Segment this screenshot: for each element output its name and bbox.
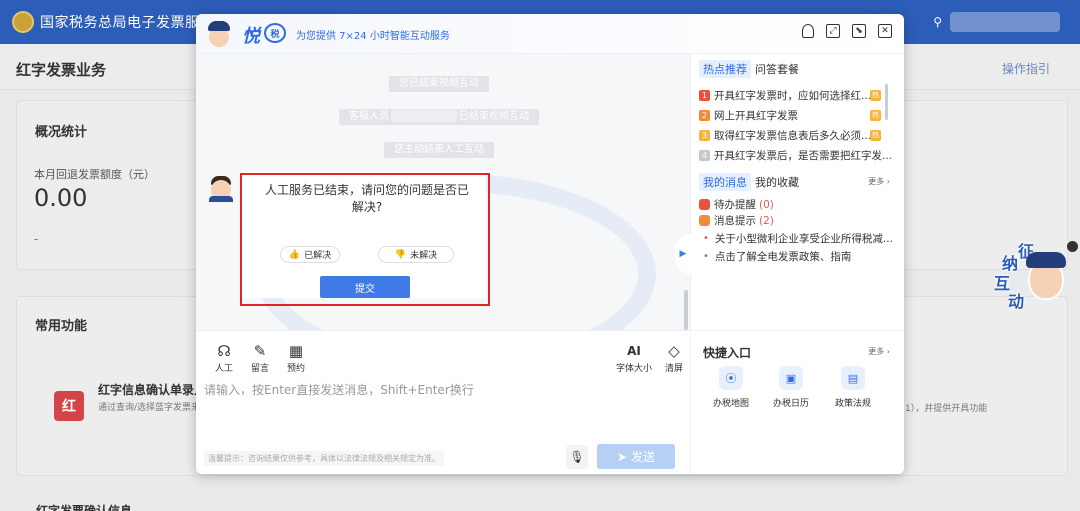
modal-tagline: 为您提供 7×24 小时智能互动服务 (296, 31, 450, 42)
clear-tool[interactable]: ◇ 清屏 (660, 343, 688, 374)
bottom-section-title: 红字发票确认信息 (36, 504, 133, 511)
appointment-tool[interactable]: ▦ 预约 (282, 343, 310, 374)
calendar-icon: ▦ (288, 342, 304, 360)
minimize-icon[interactable]: ⬊ (852, 24, 866, 38)
pen-icon: ✎ (253, 342, 267, 360)
disclaimer-tip: 温馨提示：咨询结果仅供参考，具体以法律法规及相关规定为准。 (204, 451, 444, 466)
quick-tax-calendar[interactable]: ▣ 办税日历 (761, 366, 821, 409)
mascot-widget[interactable]: 征 纳 互 动 (990, 238, 1072, 311)
tab-favorites[interactable]: 我的收藏 (755, 174, 799, 190)
agent-tool[interactable]: ☊ 人工 (210, 343, 238, 374)
tax-badge-icon: 税 (264, 23, 286, 43)
quick-tax-map[interactable]: ⦿ 办税地图 (701, 366, 761, 409)
send-arrow-icon: ➤ (616, 449, 628, 464)
microphone-icon[interactable]: 🎙 (566, 445, 588, 469)
page-title: 红字发票业务 (16, 61, 107, 79)
hot-item[interactable]: 3 取得红字发票信息表后多久必须... 热 (699, 127, 889, 143)
system-message: 客服人员 已结束视频互动 (339, 109, 539, 125)
quick-policy[interactable]: ▤ 政策法规 (823, 366, 883, 409)
expand-icon[interactable]: ⤢ (826, 24, 840, 38)
agent-avatar-icon (208, 174, 234, 202)
message-tool[interactable]: ✎ 留言 (246, 343, 274, 374)
system-message: 您主动结束人工互动 (384, 142, 494, 158)
tax-emblem-icon (12, 11, 34, 33)
notice-item[interactable]: • 关于小型微利企业享受企业所得税减... (703, 231, 893, 246)
headset-icon: ☊ (217, 342, 231, 360)
quick-entry-title: 快捷入口 (703, 346, 752, 360)
calendar-icon: ▣ (779, 366, 803, 390)
stat-dash: - (34, 232, 39, 246)
notice-icon (699, 215, 710, 226)
hot-tag: 热 (870, 129, 881, 141)
quick-more-link[interactable]: 更多 › (868, 346, 890, 357)
close-icon[interactable]: ✕ (878, 24, 892, 38)
notice-item[interactable]: • 点击了解全电发票政策、指南 (703, 249, 851, 264)
user-name-redacted (950, 12, 1060, 32)
function-item-desc-right: 1），并提供开具功能 (905, 404, 988, 414)
stat-label: 本月回退发票额度（元） (34, 168, 155, 181)
hot-item[interactable]: 4 开具红字发票后，是否需要把红字发... (699, 147, 892, 163)
functions-section-title: 常用功能 (35, 319, 88, 334)
message-input[interactable]: 请输入，按Enter直接发送消息，Shift+Enter换行 (204, 381, 474, 398)
font-size-tool[interactable]: AI 字体大小 (614, 343, 654, 374)
font-size-icon: AI (627, 344, 641, 358)
todo-reminder[interactable]: 待办提醒 (0) (699, 197, 774, 212)
person-icon[interactable] (802, 24, 814, 38)
system-message: 您已结束视频互动 (389, 76, 489, 92)
messages-more-link[interactable]: 更多 › (868, 176, 890, 187)
window-controls: ⤢ ⬊ ✕ (802, 24, 892, 38)
map-pin-icon: ⦿ (719, 366, 743, 390)
user-icon: ⚲ (933, 15, 942, 29)
brand-name: 悦 (242, 26, 260, 47)
tab-faq[interactable]: 问答套餐 (755, 61, 799, 77)
send-button[interactable]: ➤ 发送 (597, 444, 675, 469)
tab-hot[interactable]: 热点推荐 (699, 60, 751, 78)
todo-icon (699, 199, 710, 210)
input-area: ☊ 人工 ✎ 留言 ▦ 预约 AI 字体大小 ◇ 清屏 请输入，按Enter直接… (196, 330, 690, 474)
site-title: 国家税务总局电子发票服务 (40, 15, 214, 31)
function-item-desc: 通过查询/选择蓝字发票来 (98, 403, 201, 413)
hot-tag: 热 (870, 109, 881, 121)
panel-divider (691, 330, 904, 331)
mascot-char-4: 动 (1008, 292, 1025, 311)
user-area[interactable]: ⚲ (933, 12, 1060, 32)
assistant-avatar-icon (206, 19, 232, 49)
stat-value: 0.00 (34, 184, 88, 212)
guide-link[interactable]: 操作指引 (1002, 60, 1050, 77)
stats-section-title: 概况统计 (35, 125, 88, 140)
tab-my-messages[interactable]: 我的消息 (699, 173, 751, 191)
mascot-hat-icon (1026, 252, 1066, 268)
eraser-icon: ◇ (668, 342, 680, 360)
notice-reminder[interactable]: 消息提示 (2) (699, 213, 774, 228)
side-panel: ▶ 热点推荐 问答套餐 1 开具红字发票时，应如何选择红... 热 2 网上开具… (675, 54, 904, 474)
red-invoice-icon[interactable]: 红 (54, 391, 84, 421)
highlight-box (240, 173, 490, 306)
hot-tag: 热 (870, 89, 881, 101)
modal-header: 悦 税 为您提供 7×24 小时智能互动服务 ⤢ ⬊ ✕ (196, 14, 904, 54)
hot-item[interactable]: 2 网上开具红字发票 热 (699, 107, 889, 123)
function-item-title[interactable]: 红字信息确认单录入 (98, 381, 206, 398)
chat-scrollbar[interactable] (684, 290, 688, 330)
hot-item[interactable]: 1 开具红字发票时，应如何选择红... 热 (699, 87, 889, 103)
document-icon: ▤ (841, 366, 865, 390)
